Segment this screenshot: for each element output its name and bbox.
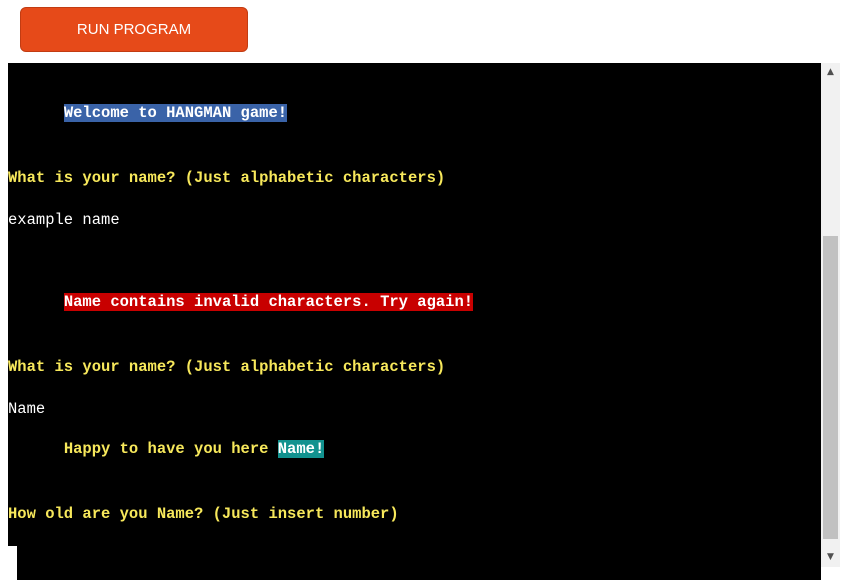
scroll-down-arrow-icon[interactable]: ▼	[821, 548, 840, 567]
page: RUN PROGRAM Welcome to HANGMAN game! Wha…	[0, 0, 846, 580]
terminal-line-greeting: Happy to have you here Name!	[8, 421, 325, 458]
terminal-line-prompt-name-1: What is your name? (Just alphabetic char…	[8, 169, 446, 187]
terminal-line-prompt-name-2: What is your name? (Just alphabetic char…	[8, 358, 446, 376]
terminal-output[interactable]: Welcome to HANGMAN game! What is your na…	[8, 63, 821, 580]
terminal-line-input-2: Name	[8, 400, 46, 418]
terminal-line-welcome: Welcome to HANGMAN game!	[8, 85, 288, 122]
terminal-scrollbar[interactable]: ▲ ▼	[821, 63, 840, 567]
scroll-up-arrow-icon[interactable]: ▲	[821, 63, 840, 82]
scrollbar-thumb[interactable]	[823, 236, 838, 539]
greeting-text: Happy to have you here	[63, 440, 278, 458]
terminal-input-margin	[8, 546, 17, 580]
welcome-message: Welcome to HANGMAN game!	[63, 104, 288, 122]
greeting-name: Name!	[277, 440, 325, 458]
terminal-line-input-1: example name	[8, 211, 120, 229]
run-program-button[interactable]: RUN PROGRAM	[20, 7, 248, 52]
terminal-line-error: Name contains invalid characters. Try ag…	[8, 274, 474, 311]
error-message: Name contains invalid characters. Try ag…	[63, 293, 474, 311]
terminal-line-prompt-age: How old are you Name? (Just insert numbe…	[8, 505, 399, 523]
